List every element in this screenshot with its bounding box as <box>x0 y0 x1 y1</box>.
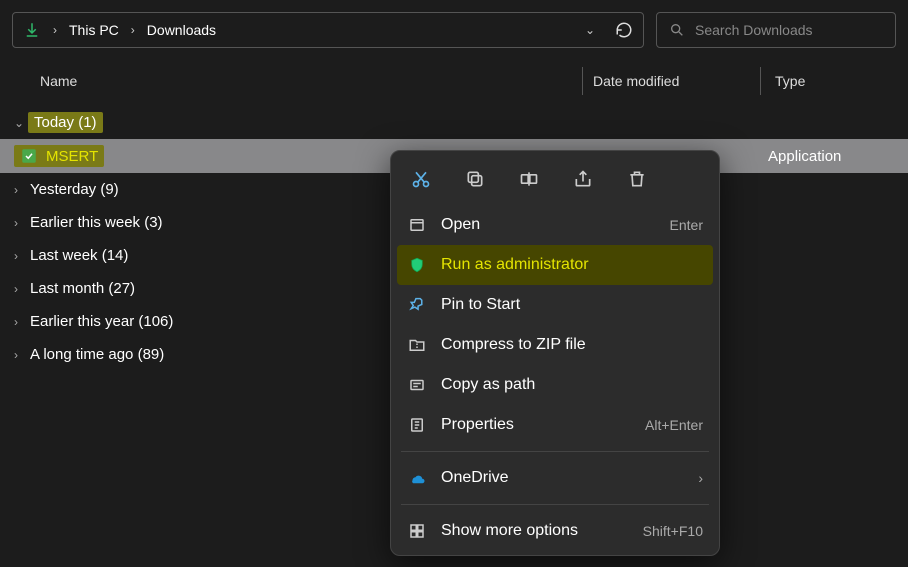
search-input[interactable] <box>695 22 883 38</box>
onedrive-icon <box>407 469 427 487</box>
open-icon <box>407 216 427 234</box>
context-menu-show-more[interactable]: Show more options Shift+F10 <box>391 511 719 551</box>
file-name: MSERT <box>46 148 98 165</box>
chevron-right-icon: › <box>14 183 28 197</box>
group-label: Last week (14) <box>30 247 128 264</box>
column-type[interactable]: Type <box>760 67 805 95</box>
copy-icon[interactable] <box>463 167 487 191</box>
group-label: A long time ago (89) <box>30 346 164 363</box>
chevron-right-icon: › <box>698 470 703 486</box>
context-menu: Open Enter Run as administrator Pin to S… <box>390 150 720 556</box>
context-menu-label: Open <box>441 216 656 234</box>
group-label: Last month (27) <box>30 280 135 297</box>
address-bar[interactable]: › This PC › Downloads ⌄ <box>12 12 644 48</box>
breadcrumb-current[interactable]: Downloads <box>147 22 216 38</box>
topbar: › This PC › Downloads ⌄ <box>0 0 908 60</box>
group-label: Today (1) <box>28 112 103 133</box>
properties-icon <box>407 416 427 434</box>
group-today[interactable]: ⌄ Today (1) <box>0 106 908 139</box>
shield-icon <box>407 256 427 274</box>
search-icon <box>669 22 685 38</box>
context-menu-properties[interactable]: Properties Alt+Enter <box>391 405 719 445</box>
chevron-right-icon: › <box>14 315 28 329</box>
column-headers: Name Date modified Type <box>0 60 908 102</box>
chevron-right-icon: › <box>14 249 28 263</box>
breadcrumb-root[interactable]: This PC <box>69 22 119 38</box>
chevron-right-icon: › <box>131 23 135 37</box>
cut-icon[interactable] <box>409 167 433 191</box>
group-label: Yesterday (9) <box>30 181 119 198</box>
group-label: Earlier this week (3) <box>30 214 163 231</box>
context-menu-shortcut: Alt+Enter <box>645 417 703 433</box>
column-name[interactable]: Name <box>0 73 582 89</box>
context-menu-run-as-admin[interactable]: Run as administrator <box>397 245 713 285</box>
context-menu-label: Run as administrator <box>441 256 703 274</box>
context-menu-label: Compress to ZIP file <box>441 336 703 354</box>
app-icon <box>20 147 46 165</box>
context-menu-onedrive[interactable]: OneDrive › <box>391 458 719 498</box>
chevron-right-icon: › <box>53 23 57 37</box>
pin-icon <box>407 296 427 314</box>
context-menu-action-row <box>391 159 719 205</box>
context-menu-shortcut: Enter <box>670 217 703 233</box>
refresh-button[interactable] <box>615 21 633 39</box>
chevron-down-icon[interactable]: ⌄ <box>585 23 595 37</box>
column-date[interactable]: Date modified <box>582 67 760 95</box>
context-menu-label: Copy as path <box>441 376 703 394</box>
chevron-right-icon: › <box>14 216 28 230</box>
share-icon[interactable] <box>571 167 595 191</box>
chevron-right-icon: › <box>14 348 28 362</box>
context-menu-pin-to-start[interactable]: Pin to Start <box>391 285 719 325</box>
context-menu-label: Properties <box>441 416 631 434</box>
context-menu-label: Pin to Start <box>441 296 703 314</box>
context-menu-shortcut: Shift+F10 <box>643 523 703 539</box>
zip-icon <box>407 336 427 354</box>
downloads-icon <box>23 21 41 39</box>
file-type: Application <box>768 148 841 165</box>
delete-icon[interactable] <box>625 167 649 191</box>
rename-icon[interactable] <box>517 167 541 191</box>
context-menu-open[interactable]: Open Enter <box>391 205 719 245</box>
context-menu-copy-as-path[interactable]: Copy as path <box>391 365 719 405</box>
context-menu-separator <box>401 504 709 505</box>
context-menu-label: OneDrive <box>441 469 684 487</box>
chevron-right-icon: › <box>14 282 28 296</box>
search-bar[interactable] <box>656 12 896 48</box>
context-menu-label: Show more options <box>441 522 629 540</box>
context-menu-compress-zip[interactable]: Compress to ZIP file <box>391 325 719 365</box>
context-menu-separator <box>401 451 709 452</box>
group-label: Earlier this year (106) <box>30 313 173 330</box>
path-icon <box>407 376 427 394</box>
chevron-down-icon: ⌄ <box>14 116 28 130</box>
more-options-icon <box>407 522 427 540</box>
